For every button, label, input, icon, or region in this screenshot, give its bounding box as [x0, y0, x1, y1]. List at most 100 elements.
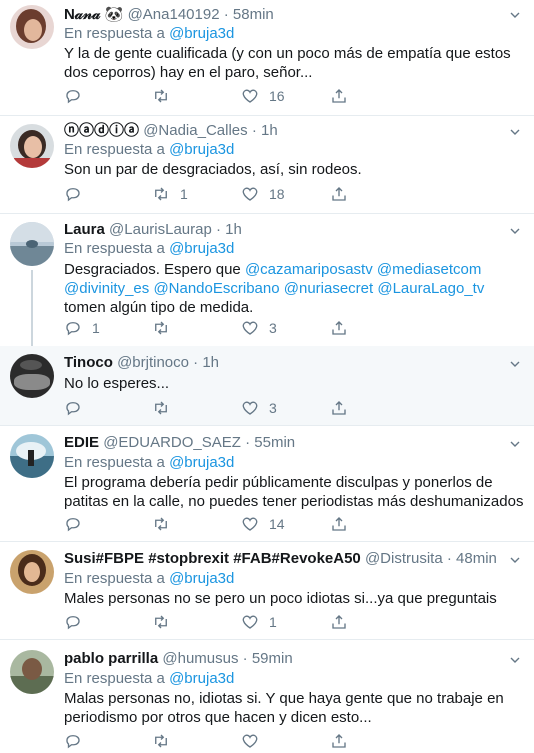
- share-button[interactable]: [330, 398, 348, 418]
- avatar[interactable]: [10, 124, 54, 168]
- reply-button[interactable]: [64, 612, 92, 632]
- mention-link[interactable]: @divinity_es: [64, 280, 149, 297]
- timestamp[interactable]: 1h: [261, 122, 278, 139]
- mention-link[interactable]: @mediasetcom: [377, 261, 481, 278]
- like-button[interactable]: 3: [241, 318, 277, 338]
- chevron-down-icon[interactable]: [510, 655, 520, 665]
- tweet[interactable]: Tinoco @brjtinoco · 1h No lo esperes... …: [0, 346, 534, 426]
- retweet-icon: [155, 187, 167, 201]
- display-name[interactable]: ⓝⓐⓓⓘⓐ: [64, 122, 139, 139]
- retweet-button[interactable]: [152, 318, 180, 338]
- retweet-button[interactable]: [152, 731, 180, 751]
- reply-button[interactable]: [64, 86, 92, 106]
- heart-icon: [242, 517, 258, 531]
- tweet-actions: 1: [64, 612, 364, 632]
- like-button[interactable]: 14: [241, 514, 285, 534]
- reply-to-link[interactable]: @bruja3d: [169, 141, 234, 158]
- tweet[interactable]: ⓝⓐⓓⓘⓐ @Nadia_Calles · 1h En respuesta a …: [0, 116, 534, 214]
- display-name[interactable]: N𝒶𝓃𝒶 🐼: [64, 6, 123, 23]
- reply-to-link[interactable]: @bruja3d: [169, 240, 234, 257]
- reply-to-link[interactable]: @bruja3d: [169, 570, 234, 587]
- reply-button[interactable]: [64, 731, 92, 751]
- tweet[interactable]: pablo parrilla @humusus · 59min En respu…: [0, 640, 534, 753]
- share-button[interactable]: [330, 86, 348, 106]
- tweet[interactable]: Susi#FBPE #stopbrexit #FAB#RevokeA50 @Di…: [0, 542, 534, 640]
- timestamp[interactable]: 59min: [252, 650, 293, 667]
- reply-to-link[interactable]: @bruja3d: [169, 454, 234, 471]
- mention-link[interactable]: @nuriasecret: [284, 280, 373, 297]
- avatar[interactable]: [10, 550, 54, 594]
- user-handle[interactable]: @brjtinoco: [117, 354, 189, 371]
- like-count: 16: [269, 88, 285, 104]
- share-button[interactable]: [330, 731, 348, 751]
- user-handle[interactable]: @EDUARDO_SAEZ: [103, 434, 241, 451]
- like-button[interactable]: 1: [241, 612, 277, 632]
- reply-button[interactable]: [64, 184, 92, 204]
- display-name[interactable]: Susi#FBPE #stopbrexit #FAB#RevokeA50: [64, 550, 361, 567]
- tweet-header: pablo parrilla @humusus · 59min: [64, 650, 293, 668]
- display-name[interactable]: Laura: [64, 221, 105, 238]
- display-name[interactable]: pablo parrilla: [64, 650, 158, 667]
- like-button[interactable]: 16: [241, 86, 285, 106]
- share-button[interactable]: [330, 318, 348, 338]
- like-button[interactable]: 3: [241, 398, 277, 418]
- retweet-button[interactable]: [152, 86, 180, 106]
- display-name[interactable]: EDIE: [64, 434, 99, 451]
- share-button[interactable]: [330, 184, 348, 204]
- chevron-down-icon[interactable]: [510, 226, 520, 236]
- tweet-actions: 16: [64, 86, 364, 106]
- timestamp[interactable]: 55min: [254, 434, 295, 451]
- share-button[interactable]: [330, 514, 348, 534]
- timestamp[interactable]: 58min: [233, 6, 274, 23]
- mention-link[interactable]: @NandoEscribano: [153, 280, 279, 297]
- mention-link[interactable]: @cazamariposastv: [245, 261, 373, 278]
- avatar[interactable]: [10, 354, 54, 398]
- tweet-text: No lo esperes...: [64, 375, 170, 392]
- text-segment: Desgraciados. Espero que: [64, 261, 245, 278]
- mention-link[interactable]: @LauraLago_tv: [377, 280, 484, 297]
- user-handle[interactable]: @Distrusita: [365, 550, 443, 567]
- chevron-down-icon[interactable]: [510, 359, 520, 369]
- timestamp[interactable]: 1h: [202, 354, 219, 371]
- user-handle[interactable]: @humusus: [162, 650, 238, 667]
- timestamp[interactable]: 48min: [456, 550, 497, 567]
- separator: ·: [216, 221, 221, 238]
- reply-count: 1: [92, 320, 100, 336]
- chevron-down-icon[interactable]: [510, 10, 520, 20]
- tweet-actions: 1 3: [64, 318, 364, 338]
- reply-to-link[interactable]: @bruja3d: [169, 25, 234, 42]
- like-count: 3: [269, 320, 277, 336]
- reply-prefix: En respuesta a: [64, 240, 165, 257]
- chevron-down-icon[interactable]: [510, 127, 520, 137]
- retweet-button[interactable]: [152, 514, 180, 534]
- tweet[interactable]: EDIE @EDUARDO_SAEZ · 55min En respuesta …: [0, 426, 534, 542]
- avatar[interactable]: [10, 650, 54, 694]
- reply-button[interactable]: [64, 398, 92, 418]
- avatar[interactable]: [10, 5, 54, 49]
- avatar[interactable]: [10, 222, 54, 266]
- separator: ·: [242, 650, 248, 667]
- heart-icon: [242, 89, 258, 103]
- tweet[interactable]: Laura @LaurisLaurap · 1h En respuesta a …: [0, 214, 534, 350]
- tweet-header: N𝒶𝓃𝒶 🐼 @Ana140192 · 58min: [64, 6, 274, 24]
- retweet-button[interactable]: [152, 398, 180, 418]
- share-button[interactable]: [330, 612, 348, 632]
- timestamp[interactable]: 1h: [225, 221, 242, 238]
- user-handle[interactable]: @Ana140192: [128, 6, 220, 23]
- like-button[interactable]: [241, 731, 269, 751]
- reply-button[interactable]: 1: [64, 318, 100, 338]
- user-handle[interactable]: @LaurisLaurap: [109, 221, 212, 238]
- separator: ·: [446, 550, 452, 567]
- user-handle[interactable]: @Nadia_Calles: [143, 122, 247, 139]
- reply-context: En respuesta a @bruja3d: [64, 240, 234, 258]
- display-name[interactable]: Tinoco: [64, 354, 113, 371]
- chevron-down-icon[interactable]: [510, 555, 520, 565]
- retweet-button[interactable]: 1: [152, 184, 188, 204]
- chevron-down-icon[interactable]: [510, 439, 520, 449]
- reply-to-link[interactable]: @bruja3d: [169, 670, 234, 687]
- tweet[interactable]: N𝒶𝓃𝒶 🐼 @Ana140192 · 58min En respuesta a…: [0, 0, 534, 116]
- retweet-button[interactable]: [152, 612, 180, 632]
- avatar[interactable]: [10, 434, 54, 478]
- reply-button[interactable]: [64, 514, 92, 534]
- like-button[interactable]: 18: [241, 184, 285, 204]
